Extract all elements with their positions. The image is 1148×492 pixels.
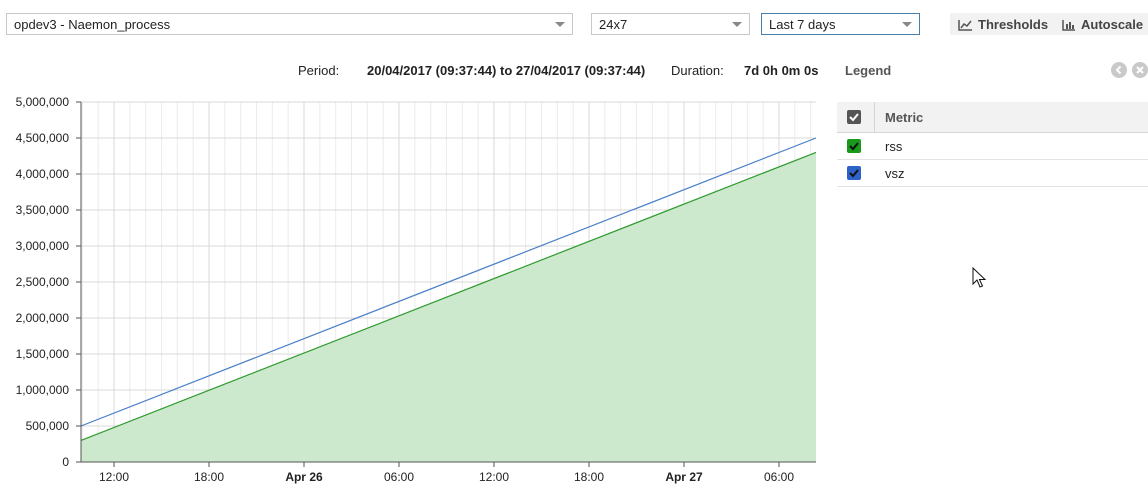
bar-chart-icon <box>1062 17 1081 32</box>
select-all-checkbox[interactable] <box>847 110 861 124</box>
close-circle-icon[interactable] <box>1132 62 1148 78</box>
range-value: Last 7 days <box>769 17 836 32</box>
line-chart-icon <box>958 17 978 32</box>
legend-table: Metric rss vsz <box>837 102 1148 187</box>
rss-checkbox[interactable] <box>847 139 861 153</box>
x-tick-label: Apr 26 <box>285 470 323 484</box>
y-tick-label: 4,500,000 <box>16 131 70 145</box>
period-label: Period: <box>298 63 340 78</box>
vsz-label: vsz <box>885 166 905 181</box>
legend-title: Legend <box>845 63 892 78</box>
thresholds-button[interactable]: Thresholds <box>950 13 1056 35</box>
y-tick-label: 5,000,000 <box>16 95 70 109</box>
x-tick-label: 12:00 <box>99 470 129 484</box>
y-tick-label: 3,000,000 <box>16 239 70 253</box>
metric-chart[interactable]: 0 500,000 1,000,000 1,500,000 2,000,000 2,500… <box>0 90 830 490</box>
autoscale-button[interactable]: Autoscale <box>1054 13 1148 35</box>
series-area-rss <box>81 152 816 462</box>
y-tick-label: 1,500,000 <box>16 347 70 361</box>
x-tick-label: 18:00 <box>194 470 224 484</box>
range-select[interactable]: Last 7 days <box>761 13 920 35</box>
host-service-select[interactable]: opdev3 - Naemon_process <box>6 13 573 35</box>
y-tick-label: 1,000,000 <box>16 383 70 397</box>
y-tick-label: 4,000,000 <box>16 167 70 181</box>
x-tick-label: 12:00 <box>479 470 509 484</box>
chevron-down-icon <box>902 22 912 27</box>
period-value: 20/04/2017 (09:37:44) to 27/04/2017 (09:… <box>367 63 646 78</box>
thresholds-label: Thresholds <box>978 17 1049 32</box>
x-tick-label: 18:00 <box>574 470 604 484</box>
y-tick-label: 0 <box>62 455 69 469</box>
vsz-checkbox[interactable] <box>847 166 861 180</box>
autoscale-label: Autoscale <box>1081 17 1144 32</box>
duration-value: 7d 0h 0m 0s <box>744 63 819 78</box>
mouse-cursor-icon <box>972 267 986 288</box>
duration-label: Duration: <box>671 63 724 78</box>
x-tick-label: Apr 27 <box>665 470 703 484</box>
legend-row-vsz[interactable]: vsz <box>837 160 1148 187</box>
chevron-left-icon[interactable] <box>1111 62 1127 78</box>
host-service-value: opdev3 - Naemon_process <box>14 17 171 32</box>
timeperiod-value: 24x7 <box>599 17 628 32</box>
y-tick-label: 2,500,000 <box>16 275 70 289</box>
chevron-down-icon <box>555 22 565 27</box>
legend-header: Metric <box>837 102 1148 133</box>
rss-label: rss <box>885 139 903 154</box>
y-tick-label: 500,000 <box>26 419 70 433</box>
legend-row-rss[interactable]: rss <box>837 133 1148 160</box>
x-tick-label: 06:00 <box>764 470 794 484</box>
chevron-down-icon <box>732 22 742 27</box>
timeperiod-select[interactable]: 24x7 <box>591 13 750 35</box>
metric-column-header: Metric <box>885 110 924 125</box>
y-tick-label: 3,500,000 <box>16 203 70 217</box>
y-tick-label: 2,000,000 <box>16 311 70 325</box>
x-tick-label: 06:00 <box>384 470 414 484</box>
